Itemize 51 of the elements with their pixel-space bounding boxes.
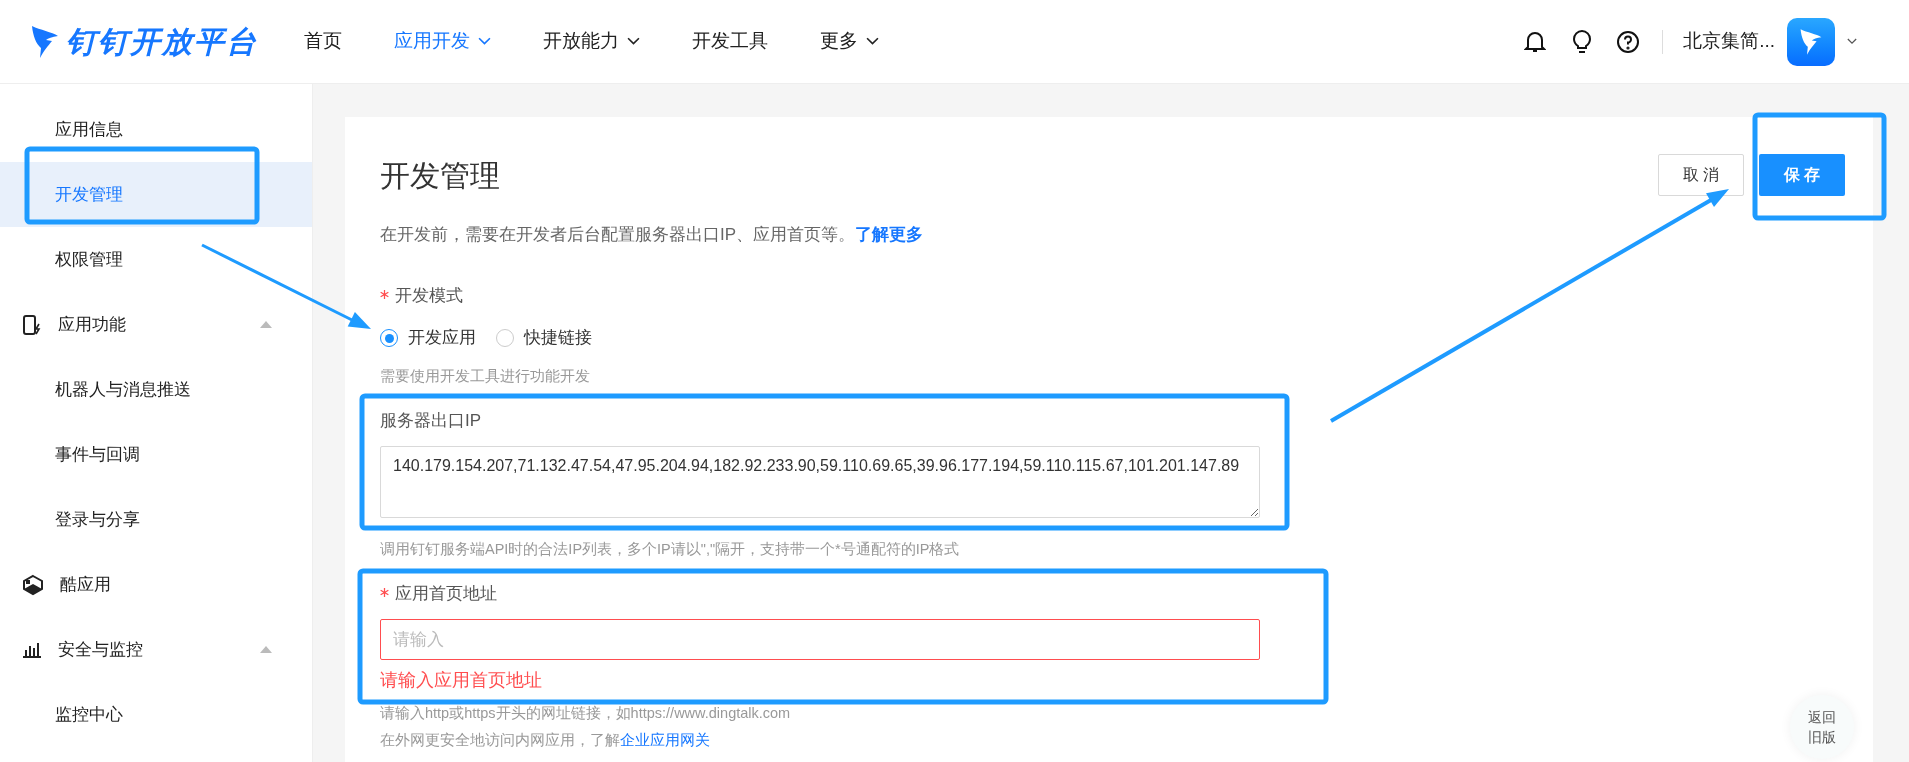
- hint-text: 请输入http或https开头的网址链接，如https://www.dingtalk.com: [380, 704, 791, 723]
- error-message: 请输入应用首页地址: [380, 669, 542, 691]
- chevron-down-icon: [866, 37, 879, 46]
- sidebar-group[interactable]: 酷应用: [0, 552, 312, 617]
- chevron-down-icon: [1847, 38, 1857, 45]
- lightbulb-icon[interactable]: [1572, 29, 1593, 54]
- description-text: 在开发前，需要在开发者后台配置服务器出口IP、应用首页等。了解更多: [380, 224, 925, 246]
- radio-option[interactable]: 开发应用: [380, 327, 476, 349]
- organization-name[interactable]: 北京集简...: [1683, 27, 1775, 56]
- sidebar-group[interactable]: 安全与监控: [0, 617, 312, 682]
- help-icon[interactable]: [1616, 29, 1641, 54]
- asterisk-icon: [380, 290, 389, 299]
- bell-icon[interactable]: [1524, 29, 1547, 54]
- logo-text: 钉钉开放平台: [66, 24, 258, 60]
- nav-link[interactable]: 更多: [820, 27, 879, 56]
- hint-text: 需要使用开发工具进行功能开发: [380, 367, 590, 386]
- sidebar-item[interactable]: 应用信息: [0, 97, 312, 162]
- caret-up-icon: [260, 646, 272, 653]
- phone-bolt-icon: [22, 313, 42, 336]
- sidebar-item[interactable]: 登录与分享: [0, 487, 312, 552]
- field-label: 应用首页地址: [380, 583, 497, 605]
- page-title: 开发管理: [380, 157, 500, 194]
- nav-link[interactable]: 首页: [304, 27, 342, 56]
- chevron-down-icon: [627, 37, 640, 46]
- field-label: 开发模式: [380, 285, 463, 307]
- learn-more-link[interactable]: 了解更多: [855, 225, 924, 244]
- sidebar-group[interactable]: 应用功能: [0, 292, 312, 357]
- asterisk-icon: [380, 588, 389, 597]
- nav-link[interactable]: 应用开发: [394, 27, 491, 56]
- chevron-down-icon: [478, 37, 491, 46]
- sidebar-item[interactable]: 权限管理: [0, 227, 312, 292]
- sidebar-item[interactable]: 事件与回调: [0, 422, 312, 487]
- logo[interactable]: 钉钉开放平台: [30, 19, 258, 64]
- sidebar-item[interactable]: 监控中心: [0, 682, 312, 747]
- wing-logo-icon: [30, 23, 60, 60]
- field-label: 服务器出口IP: [380, 410, 482, 432]
- gateway-link[interactable]: 企业应用网关: [620, 732, 710, 748]
- homepage-url-input[interactable]: 请输入: [380, 619, 1260, 660]
- hint-text: 在外网更安全地访问内网应用，了解企业应用网关: [380, 731, 710, 750]
- nav-link[interactable]: 开放能力: [543, 27, 640, 56]
- hint-text: 调用钉钉服务端API时的合法IP列表，多个IP请以","隔开，支持带一个*号通配符的IP格式: [380, 540, 960, 559]
- bar-chart-icon: [22, 640, 42, 659]
- caret-up-icon: [260, 321, 272, 328]
- radio-option[interactable]: 快捷链接: [496, 327, 592, 349]
- sidebar-item[interactable]: 机器人与消息推送: [0, 357, 312, 422]
- app-avatar[interactable]: [1787, 17, 1835, 66]
- ip-textarea[interactable]: 140.179.154.207,71.132.47.54,47.95.204.94,182.92.233.90,59.110.69.65,39.96.177.194,59.110.115.67,101.201.147.89: [380, 446, 1260, 518]
- cube-icon: [22, 573, 44, 596]
- cancel-button[interactable]: 取 消: [1658, 154, 1744, 196]
- nav-link[interactable]: 开发工具: [692, 27, 768, 56]
- sidebar-item[interactable]: 开发管理: [0, 162, 312, 227]
